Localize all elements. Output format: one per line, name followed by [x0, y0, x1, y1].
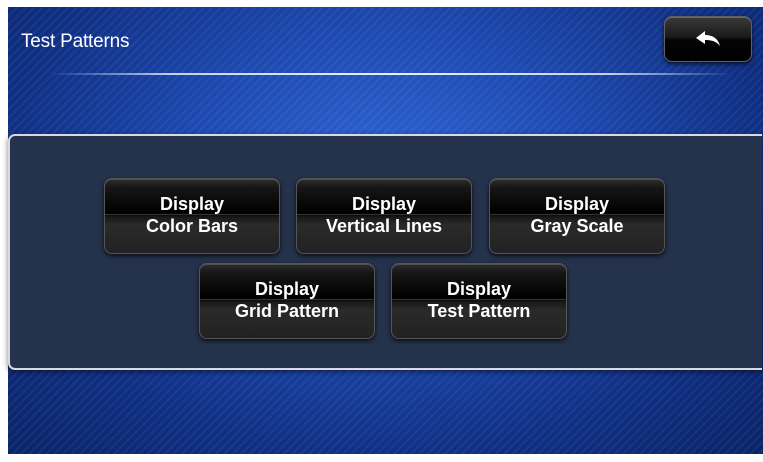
button-divider: [200, 299, 374, 300]
button-label-line1: Display: [544, 194, 610, 214]
display-color-bars-button[interactable]: Display Color Bars: [104, 178, 280, 254]
display-gray-scale-button[interactable]: Display Gray Scale: [489, 178, 665, 254]
button-divider: [490, 214, 664, 215]
back-arrow-icon: [696, 31, 720, 46]
button-label-line2: Grid Pattern: [234, 301, 340, 321]
button-label-line2: Test Pattern: [427, 301, 531, 321]
button-label-line1: Display: [254, 279, 320, 299]
back-button[interactable]: [664, 16, 752, 62]
button-label-line2: Vertical Lines: [325, 216, 443, 236]
button-label-line1: Display: [446, 279, 512, 299]
button-label-line1: Display: [159, 194, 225, 214]
button-divider: [392, 299, 566, 300]
page-title: Test Patterns: [21, 31, 130, 52]
display-test-pattern-button[interactable]: Display Test Pattern: [391, 263, 567, 339]
button-label-line2: Gray Scale: [530, 216, 624, 236]
display-vertical-lines-button[interactable]: Display Vertical Lines: [296, 178, 472, 254]
display-grid-pattern-button[interactable]: Display Grid Pattern: [199, 263, 375, 339]
button-label-line2: Color Bars: [145, 216, 239, 236]
header-divider: [50, 73, 732, 75]
button-divider: [105, 214, 279, 215]
button-label-line1: Display: [351, 194, 417, 214]
button-divider: [297, 214, 471, 215]
